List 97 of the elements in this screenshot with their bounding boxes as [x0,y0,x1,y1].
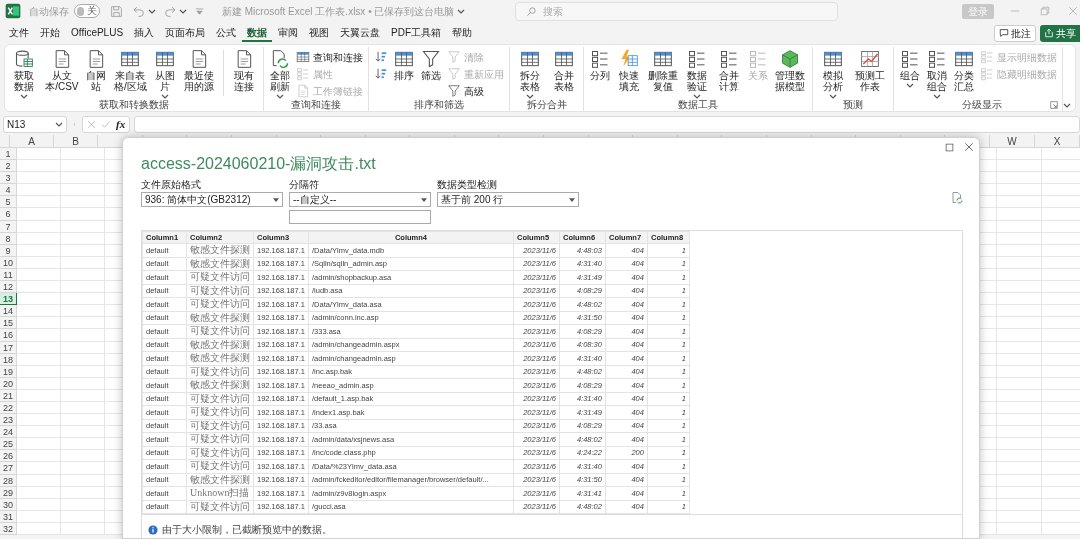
table-cell: 可疑文件访问 [186,405,254,419]
group-label: 分级显示 [960,99,1003,111]
row-header[interactable]: 14 [0,305,17,318]
table-cell: 可疑文件访问 [186,419,254,433]
table-cell: 可疑文件访问 [186,270,254,284]
table-cell: 敏感文件探测 [186,243,254,257]
menu-tab[interactable]: 数据 [242,24,273,42]
menu-tab[interactable]: 文件 [4,24,34,42]
comments-button[interactable]: 批注 [994,24,1036,42]
ribbon-button[interactable]: 拆分表格 [513,47,547,99]
row-header[interactable]: 2 [0,160,17,173]
ribbon-button[interactable]: 分类汇总 [951,47,977,92]
ribbon-button[interactable]: 自网站 [83,47,110,92]
menu-tab[interactable]: 视图 [304,24,335,42]
row-header[interactable]: 16 [0,329,17,342]
table-cell: 可疑文件访问 [186,459,254,473]
group-label: 数据工具 [678,99,719,111]
row-header[interactable]: 3 [0,172,17,185]
ribbon-button[interactable]: 全部刷新 [267,47,294,99]
menu-tab[interactable]: 插入 [129,24,160,42]
ribbon-button[interactable]: 删除重复值 [645,47,682,92]
menu-tab[interactable]: OfficePLUS [66,24,129,42]
ribbon-button[interactable]: 数据验证 [682,47,713,99]
ribbon-button[interactable]: 从图片 [151,47,178,99]
table-cell: 敏感文件探测 [186,257,254,271]
menu-tab[interactable]: 页面布局 [160,24,211,42]
column-header[interactable]: W [990,135,1035,148]
table-cell: 可疑文件访问 [186,432,254,446]
ribbon-button[interactable]: 取消组合 [924,47,950,99]
table-cell: 可疑文件访问 [186,324,254,338]
row-header[interactable]: 12 [0,281,17,294]
row-header[interactable]: 15 [0,317,17,330]
row-header[interactable]: 6 [0,208,17,221]
ribbon-button[interactable]: 获取数据 [8,47,41,99]
share-button[interactable]: 共享 [1040,24,1080,42]
ribbon-button[interactable]: 从文本/CSV [41,47,83,92]
table-cell: 可疑文件访问 [186,365,254,379]
group-label: 拆分合并 [526,99,567,111]
menu-tab[interactable]: 帮助 [447,24,478,42]
row-header[interactable]: 4 [0,184,17,197]
autosave-toggle[interactable]: 关 [74,4,100,18]
row-header[interactable]: 23 [0,414,17,427]
autosave-label: 自动保存 [29,4,69,19]
notice-text: 由于大小限制，已截断预览中的数据。 [162,523,332,537]
menu-tab[interactable]: 开始 [35,24,65,42]
table-cell: 敏感文件探测 [186,378,254,392]
table-cell: 可疑文件访问 [186,392,254,406]
menu-tab[interactable]: PDF工具箱 [386,24,447,42]
field-label: 数据类型检测 [437,179,498,191]
ribbon-button[interactable]: 来自表格/区域 [110,47,151,92]
row-header[interactable]: 5 [0,196,17,209]
ribbon-button[interactable]: 高级 [447,83,505,99]
table-cell: 可疑文件访问 [186,500,254,514]
table-cell: 敏感文件探测 [186,351,254,365]
row-header[interactable]: 26 [0,450,17,463]
group-label: 获取和转换数据 [99,99,170,111]
ribbon-button[interactable]: 模拟分析 [816,47,850,99]
column-header[interactable]: B [54,135,99,148]
file-title: 新建 Microsoft Excel 工作表.xlsx • 已保存到这台电脑 [222,4,455,19]
group-label: 查询和连接 [291,99,342,111]
row-header[interactable]: 13 [0,293,17,306]
ribbon-button[interactable]: 最近使用的源 [178,47,220,92]
menu-tab[interactable]: 审阅 [273,24,304,42]
detection-dropdown[interactable]: 基于前 200 行 [437,192,579,207]
field-label: 分隔符 [289,179,320,191]
menu-tab[interactable]: 天翼云盘 [335,24,386,42]
field-label: 文件原始格式 [141,179,202,191]
row-header[interactable]: 24 [0,426,17,439]
ribbon-button[interactable]: 合并表格 [547,47,580,92]
ribbon-button[interactable]: 管理数据模型 [771,47,810,92]
table-cell: 可疑文件访问 [186,284,254,298]
table-cell: 敏感文件探测 [186,311,254,325]
ribbon-button[interactable]: 快速填充 [613,47,645,92]
ribbon-button[interactable]: 排序 [391,47,418,81]
table-cell: Unknown扫描 [186,486,254,500]
column-header[interactable]: X [1035,135,1080,148]
table-cell: 可疑文件访问 [186,297,254,311]
table-cell: 可疑文件访问 [186,446,254,460]
delimiter-dropdown[interactable]: --自定义-- [289,192,431,207]
ribbon-button[interactable]: 分列 [586,47,613,81]
ribbon-button[interactable]: 组合 [897,47,923,88]
name-box[interactable]: N13 [3,115,67,133]
table-cell: 敏感文件探测 [186,338,254,352]
ribbon-button[interactable]: 现有连接 [227,47,261,92]
encoding-dropdown[interactable]: 936: 简体中文(GB2312) [141,192,283,207]
menu-tab[interactable]: 公式 [211,24,242,42]
ribbon-button[interactable]: 预测工作表 [850,47,890,92]
table-cell: 敏感文件探测 [186,473,254,487]
row-header[interactable]: 1 [0,148,17,161]
row-header[interactable]: 25 [0,438,17,451]
ribbon-button[interactable]: 查询和连接 [296,49,364,65]
ribbon-button[interactable]: 筛选 [418,47,445,81]
group-label: 预测 [843,99,864,111]
ribbon-button[interactable]: 合并计算 [713,47,744,92]
row-header[interactable]: 27 [0,462,17,475]
dialog-title: access-2024060210-漏洞攻击.txt [141,154,377,174]
group-label: 排序和筛选 [414,99,465,111]
